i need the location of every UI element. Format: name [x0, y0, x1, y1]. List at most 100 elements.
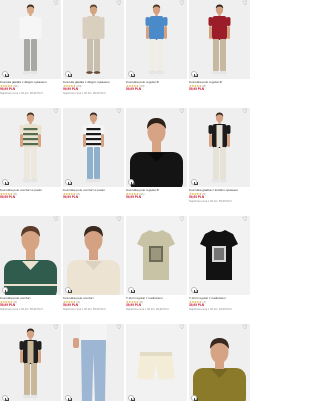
shopping-bag-icon[interactable]: [2, 395, 9, 401]
shopping-bag-icon[interactable]: [191, 71, 198, 77]
lowest-price-note: Najniższa cena z 30 dni: 59,99 PLN: [0, 308, 43, 312]
shopping-bag-icon[interactable]: [65, 287, 72, 293]
product-image[interactable]: ♡: [126, 0, 187, 79]
left-leg: [213, 39, 219, 71]
heart-icon[interactable]: ♡: [53, 325, 59, 331]
right-arm: [164, 26, 167, 39]
shopping-bag-icon[interactable]: [2, 71, 9, 77]
product-card[interactable]: ♡ Koszulka gładka z krótkim rękawem ★★★★★(…: [189, 108, 250, 214]
product-card[interactable]: ♡ T-shirt regular z nadrukiem ★★★★★ (7) 39,9…: [189, 216, 250, 322]
print-detail: [214, 248, 224, 260]
shopping-bag-icon[interactable]: [128, 395, 135, 401]
right-sleeve: [100, 17, 105, 39]
product-image[interactable]: ♡: [189, 216, 250, 295]
stripe: [23, 143, 38, 146]
product-image[interactable]: ♡: [189, 108, 250, 187]
shopping-bag-icon[interactable]: [191, 395, 198, 401]
product-card[interactable]: ♡ Koszulka polo comfort ★★★★★ (6) 59,99 PLN N…: [0, 216, 61, 322]
shopping-bag-icon[interactable]: [128, 71, 135, 77]
right-arm: [38, 134, 41, 147]
heart-icon[interactable]: ♡: [179, 1, 185, 7]
heart-icon[interactable]: ♡: [116, 109, 122, 115]
product-info: Koszulka polo regular fit ★★★★★ (13) 59,99 …: [126, 81, 187, 92]
product-card[interactable]: ♡ Koszulka polo regular fit ★★★★★ (8) 59,99 …: [189, 0, 250, 106]
shopping-bag-icon[interactable]: [191, 179, 198, 185]
product-info: Koszulka polo comfort w paski ★★★★★ (5) 59,…: [0, 189, 61, 200]
heart-icon[interactable]: ♡: [179, 109, 185, 115]
shopping-bag-icon[interactable]: [128, 179, 135, 185]
shopping-bag-icon[interactable]: [65, 395, 72, 401]
product-image[interactable]: ♡: [63, 324, 124, 401]
product-image[interactable]: ♡: [189, 324, 250, 401]
product-card[interactable]: ♡: [63, 324, 124, 401]
shopping-bag-icon[interactable]: [2, 179, 9, 185]
heart-icon[interactable]: ♡: [116, 325, 122, 331]
product-card[interactable]: ♡ Koszulka polo comfort w paski ★★★★★ (5) 59…: [0, 108, 61, 214]
product-image[interactable]: ♡: [189, 0, 250, 79]
product-card[interactable]: ♡ Koszula gładka z długim rękawem ★★★★★ (51…: [0, 0, 61, 106]
heart-icon[interactable]: ♡: [53, 1, 59, 7]
product-card[interactable]: ♡: [0, 324, 61, 401]
shopping-bag-icon[interactable]: [65, 71, 72, 77]
shopping-bag-icon[interactable]: [65, 179, 72, 185]
product-image[interactable]: ♡: [0, 324, 61, 401]
product-price: 59,99 PLN: [126, 87, 142, 92]
right-leg: [220, 39, 226, 71]
shopping-bag-icon[interactable]: [128, 287, 135, 293]
product-info: T-shirt regular z nadrukiem ★★★★★ (9) 39,99…: [126, 297, 187, 312]
heart-icon[interactable]: ♡: [53, 217, 59, 223]
product-card[interactable]: ♡ T-shirt regular z nadrukiem ★★★★★ (9) 39,9…: [126, 216, 187, 322]
lowest-price-note: Najniższa cena z 30 dni: 99,99 PLN: [0, 92, 43, 96]
product-image[interactable]: ♡: [126, 324, 187, 401]
right-arm: [101, 134, 104, 147]
product-photo: [19, 328, 42, 399]
heart-icon[interactable]: ♡: [242, 325, 248, 331]
product-image[interactable]: ♡: [63, 216, 124, 295]
heart-icon[interactable]: ♡: [53, 109, 59, 115]
right-shoe: [30, 178, 38, 183]
model-figure: [19, 4, 42, 75]
left-arm: [209, 26, 212, 39]
product-photo: [73, 324, 107, 401]
model-figure: [137, 352, 175, 380]
shopping-bag-icon[interactable]: [191, 287, 198, 293]
right-leg: [31, 39, 37, 71]
heart-icon[interactable]: ♡: [116, 1, 122, 7]
heart-icon[interactable]: ♡: [242, 109, 248, 115]
model-figure: [73, 324, 107, 401]
product-image[interactable]: ♡: [126, 216, 187, 295]
right-shoe: [30, 394, 38, 399]
product-image[interactable]: ♡: [0, 0, 61, 79]
heart-icon[interactable]: ♡: [242, 1, 248, 7]
product-card[interactable]: ♡ Koszulka polo comfort w paski ★★★★★ (3) 59…: [63, 108, 124, 214]
heart-icon[interactable]: ♡: [179, 217, 185, 223]
heart-icon[interactable]: ♡: [242, 217, 248, 223]
product-card[interactable]: ♡: [126, 324, 187, 401]
product-card[interactable]: ♡ Koszula gładka z długim rękawem ★★★★★ (24…: [63, 0, 124, 106]
product-image[interactable]: ♡: [63, 108, 124, 187]
torso: [86, 16, 101, 40]
heart-icon[interactable]: ♡: [116, 217, 122, 223]
left-leg: [213, 147, 219, 179]
lowest-price-note: Najniższa cena z 30 dni: 39,99 PLN: [189, 308, 232, 312]
product-card[interactable]: ♡: [189, 324, 250, 401]
product-card[interactable]: ♡ Koszulka polo regular fit ★★★★★ (13) 59,99…: [126, 0, 187, 106]
product-image[interactable]: ♡: [0, 216, 61, 295]
product-image[interactable]: ♡: [0, 108, 61, 187]
product-image[interactable]: ♡: [63, 0, 124, 79]
hand: [73, 338, 79, 348]
product-price: 59,99 PLN: [63, 195, 79, 200]
product-card[interactable]: ♡ Koszulka polo regular fit ★★★★★ (21) 59,99…: [126, 108, 187, 214]
product-card[interactable]: ♡ Koszulka polo comfort ★★★★★ (4) 59,99 PLN N…: [63, 216, 124, 322]
torso: [149, 16, 164, 40]
shopping-bag-icon[interactable]: [2, 287, 9, 293]
heart-icon[interactable]: ♡: [179, 325, 185, 331]
product-image[interactable]: ♡: [126, 108, 187, 187]
right-shoe: [219, 178, 227, 183]
product-photo: [145, 4, 168, 75]
right-sleeve: [100, 125, 105, 134]
torso: [23, 16, 38, 40]
product-info: Koszulka polo regular fit ★★★★★ (8) 59,99 P…: [189, 81, 250, 92]
model-figure: [208, 4, 231, 75]
stripe: [86, 138, 101, 141]
